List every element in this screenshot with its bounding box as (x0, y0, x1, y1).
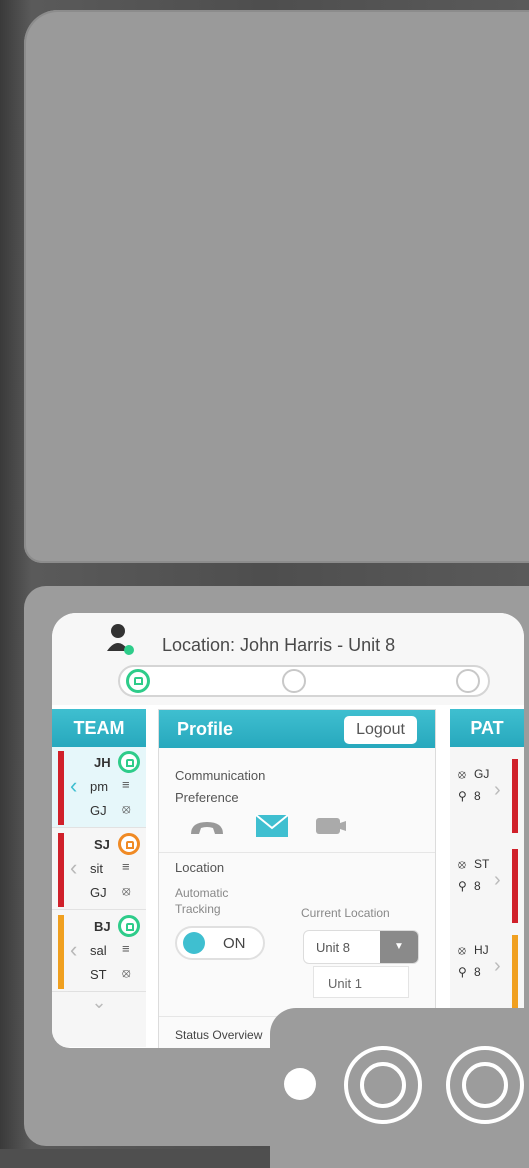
patient-flag (512, 935, 518, 1009)
team-header: TEAM (52, 709, 146, 747)
status-overview-label: Status Overview (175, 1028, 263, 1042)
home-icon (134, 677, 143, 685)
member-initials: SJ (94, 837, 110, 852)
device-ring-button-1[interactable] (344, 1046, 422, 1124)
logout-button[interactable]: Logout (344, 716, 417, 744)
progress-step-end[interactable] (456, 669, 480, 693)
member-assign: GJ (90, 885, 107, 900)
status-home-icon (118, 915, 140, 937)
automatic-label: Automatic (175, 886, 229, 900)
team-list: ‹ JH pm ≡ GJ ⦻ ‹ SJ sit ≡ GJ ⦻ ‹ BJ sal … (52, 747, 146, 1047)
user-icon (107, 624, 134, 655)
preference-label: Preference (175, 790, 239, 805)
patient-flag (512, 759, 518, 833)
chevron-left-icon: ‹ (70, 855, 78, 880)
profile-title: Profile (177, 719, 234, 739)
current-location-select[interactable]: Unit 8 ▼ (303, 930, 419, 964)
status-home-icon (118, 751, 140, 773)
patient-list: ⦻ GJ ⚲ 8 › ⦻ ST ⚲ 8 › ⦻ HJ ⚲ 8 › (450, 747, 524, 1047)
patient-room: 8 (474, 965, 481, 979)
patient-initials: GJ (474, 767, 490, 781)
chevron-down-icon[interactable]: ▼ (380, 931, 418, 963)
patient-room: 8 (474, 789, 481, 803)
progress-step-middle[interactable] (282, 669, 306, 693)
assign-icon: ⦻ (122, 801, 131, 816)
chevron-right-icon: › (494, 779, 501, 801)
pin-icon: ⚲ (458, 965, 467, 979)
current-location-label: Current Location (301, 906, 390, 920)
chevron-right-icon: › (494, 955, 501, 977)
member-initials: BJ (94, 919, 111, 934)
chevron-left-icon: ‹ (70, 937, 78, 962)
chat-icon[interactable] (315, 816, 347, 836)
profile-panel: Profile Logout Communication Preference … (158, 709, 436, 1048)
chevron-left-icon: ‹ (70, 773, 78, 798)
device-ring-button-2[interactable] (446, 1046, 524, 1124)
chevron-down-icon[interactable]: ⌄ (68, 991, 130, 1016)
team-member-jh[interactable]: ‹ JH pm ≡ GJ ⦻ (52, 747, 146, 828)
patient-initials: ST (474, 857, 490, 871)
member-role: sal (90, 943, 107, 958)
option-label: Unit 1 (328, 976, 362, 991)
divider (159, 852, 435, 853)
tracking-label: Tracking (175, 902, 221, 916)
dropdown-option[interactable]: Unit 1 (313, 966, 409, 998)
assign-icon: ⦻ (458, 857, 466, 871)
patient-flag (512, 849, 518, 923)
assign-icon: ⦻ (122, 965, 131, 980)
top-device-panel (24, 10, 529, 563)
list-icon: ≡ (122, 859, 130, 874)
assign-icon: ⦻ (122, 883, 131, 898)
location-label: Location (175, 860, 225, 875)
member-role: pm (90, 779, 109, 794)
phone-icon[interactable] (189, 818, 225, 836)
chevron-right-icon: › (494, 869, 501, 891)
header: Location: John Harris - Unit 8 (52, 613, 524, 705)
member-flag (58, 915, 64, 989)
pin-icon: ⚲ (458, 879, 467, 893)
list-icon: ≡ (122, 777, 130, 792)
select-value: Unit 8 (316, 940, 350, 955)
member-initials: JH (94, 755, 111, 770)
progress-step-home[interactable] (126, 669, 150, 693)
patient-item[interactable]: ⦻ GJ ⚲ 8 › (450, 755, 524, 835)
patient-initials: HJ (474, 943, 489, 957)
location-progress-track (118, 665, 490, 697)
location-title: Location: John Harris - Unit 8 (162, 635, 396, 655)
team-member-sj[interactable]: ‹ SJ sit ≡ GJ ⦻ (52, 829, 146, 910)
device-small-button[interactable] (284, 1068, 316, 1100)
patients-header: PAT (450, 709, 524, 747)
communication-label: Communication (175, 768, 266, 783)
team-member-bj[interactable]: ‹ BJ sal ≡ ST ⦻ (52, 911, 146, 992)
patient-room: 8 (474, 879, 481, 893)
mail-icon[interactable] (255, 814, 289, 838)
patient-item[interactable]: ⦻ ST ⚲ 8 › (450, 845, 524, 925)
patient-item[interactable]: ⦻ HJ ⚲ 8 › (450, 931, 524, 1011)
toggle-label: ON (223, 935, 246, 952)
profile-header: Profile Logout (159, 710, 435, 748)
member-assign: GJ (90, 803, 107, 818)
member-flag (58, 751, 64, 825)
member-role: sit (90, 861, 103, 876)
device-screen: Location: John Harris - Unit 8 TEAM ‹ JH… (52, 613, 524, 1048)
toggle-knob (183, 932, 205, 954)
assign-icon: ⦻ (458, 767, 466, 781)
tracking-toggle[interactable]: ON (175, 926, 265, 960)
assign-icon: ⦻ (458, 943, 466, 957)
pin-icon: ⚲ (458, 789, 467, 803)
member-flag (58, 833, 64, 907)
member-assign: ST (90, 967, 107, 982)
list-icon: ≡ (122, 941, 130, 956)
status-home-icon (118, 833, 140, 855)
